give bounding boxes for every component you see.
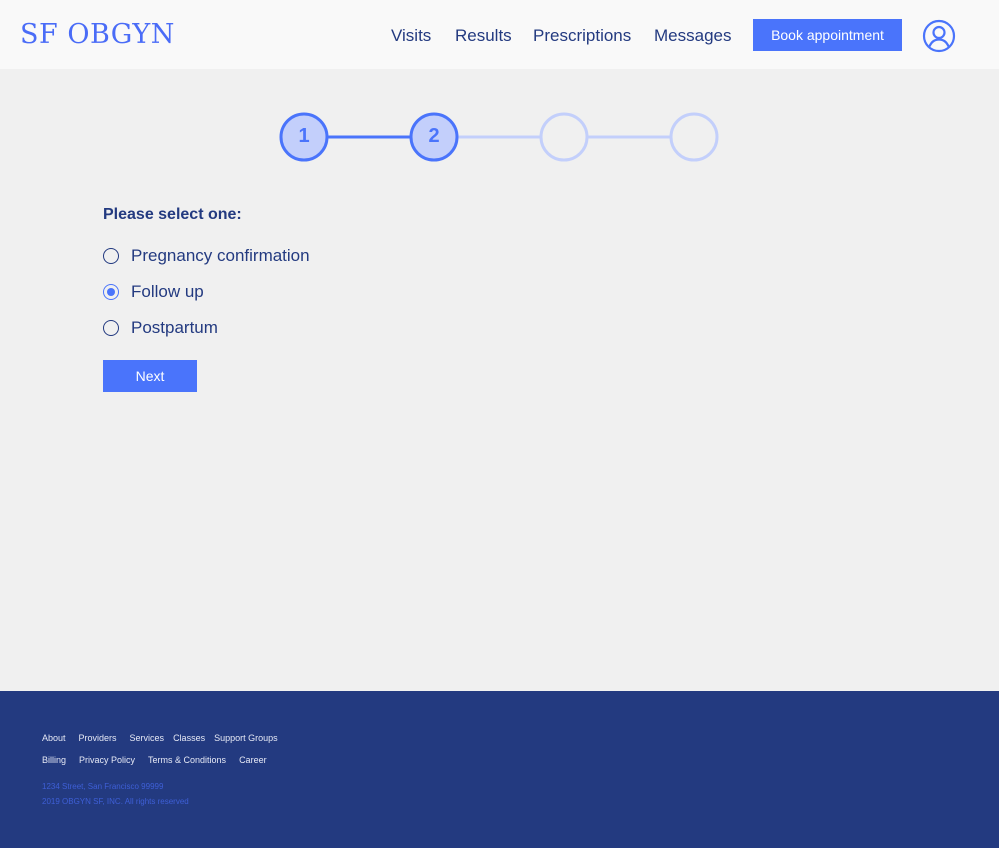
next-button[interactable]: Next — [103, 360, 197, 392]
footer-address: 1234 Street, San Francisco 99999 — [42, 782, 164, 791]
footer-links-row-1: About Providers Services Classes Support… — [42, 733, 278, 743]
footer-link-about[interactable]: About — [42, 733, 66, 743]
step-1-number: 1 — [298, 125, 310, 147]
radio-button[interactable] — [103, 248, 119, 264]
radio-button-selected[interactable] — [103, 284, 119, 300]
option-label: Pregnancy confirmation — [131, 246, 310, 265]
footer-link-career[interactable]: Career — [239, 755, 267, 765]
footer-link-services[interactable]: Services — [130, 733, 165, 743]
option-pregnancy-confirmation[interactable]: Pregnancy confirmation — [103, 244, 310, 268]
progress-stepper: 1 2 — [0, 0, 999, 180]
option-follow-up[interactable]: Follow up — [103, 280, 204, 304]
option-label: Postpartum — [131, 318, 218, 337]
footer-links-row-2: Billing Privacy Policy Terms & Condition… — [42, 755, 267, 765]
footer-link-support-groups[interactable]: Support Groups — [214, 733, 278, 743]
radio-button[interactable] — [103, 320, 119, 336]
footer-link-terms[interactable]: Terms & Conditions — [148, 755, 226, 765]
option-postpartum[interactable]: Postpartum — [103, 316, 218, 340]
footer-link-privacy-policy[interactable]: Privacy Policy — [79, 755, 135, 765]
footer-link-providers[interactable]: Providers — [79, 733, 117, 743]
question-heading: Please select one: — [103, 206, 242, 223]
footer: About Providers Services Classes Support… — [0, 691, 999, 848]
footer-link-billing[interactable]: Billing — [42, 755, 66, 765]
footer-copyright: 2019 OBGYN SF, INC. All rights reserved — [42, 797, 189, 806]
step-4-circle — [669, 112, 719, 162]
footer-link-classes[interactable]: Classes — [173, 733, 205, 743]
step-2-number: 2 — [428, 125, 440, 147]
option-label: Follow up — [131, 282, 204, 301]
step-3-circle — [539, 112, 589, 162]
